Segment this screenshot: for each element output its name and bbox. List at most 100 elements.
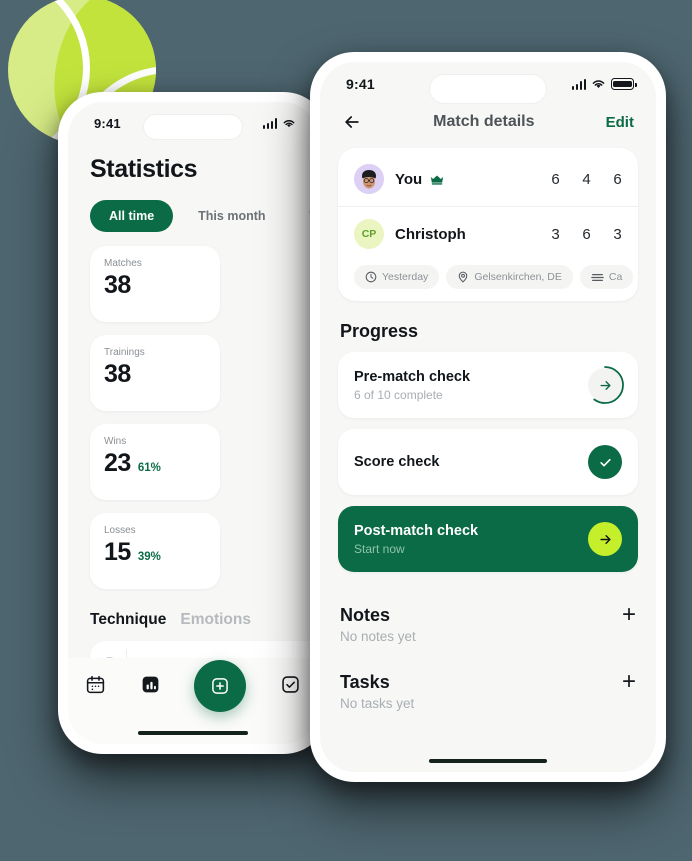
wifi-icon	[283, 120, 295, 128]
stat-card-losses[interactable]: Losses 15 39%	[90, 513, 220, 589]
signal-bars-icon	[571, 78, 586, 90]
avatar	[354, 164, 384, 194]
progress-item-score-check[interactable]: Score check	[338, 429, 638, 495]
progress-item-title: Post-match check	[354, 522, 479, 539]
stat-card-wins[interactable]: Wins 23 61%	[90, 424, 220, 500]
stat-value: 38	[104, 360, 131, 388]
stat-label: Trainings	[104, 347, 145, 358]
battery-icon	[611, 78, 637, 90]
location-pin-icon	[459, 271, 468, 283]
edit-button[interactable]: Edit	[606, 114, 634, 131]
check-icon	[599, 458, 611, 466]
chip-court[interactable]: Ca	[579, 265, 634, 289]
chip-date[interactable]: Yesterday	[354, 265, 440, 289]
progress-item-text: Score check	[354, 454, 439, 470]
tasks-empty-text: No tasks yet	[340, 696, 415, 711]
stat-label: Wins	[104, 436, 127, 447]
bar-chart-icon[interactable]	[140, 674, 161, 695]
tab-emotions[interactable]: Emotions	[180, 611, 251, 629]
phone-mockup-statistics: 9:41 Statistics All time This month This…	[58, 92, 328, 754]
score-set: 6	[582, 225, 591, 243]
progress-item-text: Post-match check Start now	[354, 523, 478, 556]
chip-label: Yesterday	[382, 271, 429, 283]
status-icons	[262, 118, 297, 129]
stat-percent: 39%	[137, 551, 161, 563]
score-set: 3	[551, 225, 560, 243]
match-meta-chips: Yesterday Gelsenkirchen, DE Ca	[338, 253, 638, 289]
status-bar-left: 9:41	[68, 102, 318, 140]
content-scroll: You 6 4 6 CP Christoph 3 6 3 Yesterday G…	[320, 142, 656, 717]
notes-empty-text: No notes yet	[340, 629, 416, 644]
screenshot-stage: 9:41 Statistics All time This month This…	[0, 0, 692, 861]
plus-icon	[212, 678, 229, 694]
chip-label: Gelsenkirchen, DE	[474, 271, 562, 283]
progress-ring-icon	[586, 366, 624, 404]
match-details-screen: 9:41 Match details Edit You 6 4 6 CP Chr…	[320, 62, 656, 772]
progress-item-pre-match[interactable]: Pre-match check 6 of 10 complete	[338, 352, 638, 418]
stat-label: Losses	[104, 525, 136, 536]
player-name: You	[395, 170, 423, 188]
score-set: 4	[582, 170, 591, 188]
court-lines-icon	[591, 273, 604, 281]
clock-icon	[365, 271, 377, 283]
stat-percent: 61%	[137, 462, 161, 474]
home-indicator	[138, 730, 248, 735]
stat-value: 38	[104, 271, 131, 299]
page-title: Match details	[433, 113, 535, 130]
player-row-you: You 6 4 6	[338, 160, 638, 198]
notes-heading: Notes	[340, 604, 391, 625]
add-note-button[interactable]: +	[622, 603, 636, 627]
tasks-heading-row: Tasks +	[338, 650, 638, 696]
score-set: 3	[613, 225, 622, 243]
progress-item-title: Score check	[354, 454, 440, 470]
start-button[interactable]	[588, 522, 622, 556]
score-set-list: 6 4 6	[551, 171, 622, 188]
chip-location[interactable]: Gelsenkirchen, DE	[446, 265, 573, 289]
progress-item-text: Pre-match check 6 of 10 complete	[354, 369, 470, 402]
status-bar-right: 9:41	[320, 62, 656, 104]
calendar-icon[interactable]	[85, 674, 106, 695]
player-name: Christoph	[395, 225, 466, 243]
progress-item-post-match[interactable]: Post-match check Start now	[338, 506, 638, 572]
bottom-navigation	[68, 658, 318, 744]
back-arrow-icon[interactable]	[342, 112, 362, 132]
statistics-screen: 9:41 Statistics All time This month This…	[68, 102, 318, 744]
avatar-memoji-icon	[354, 164, 384, 194]
match-summary-card: You 6 4 6 CP Christoph 3 6 3 Yesterday G…	[338, 148, 638, 301]
tasks-heading: Tasks	[340, 671, 390, 692]
stat-card-matches[interactable]: Matches 38	[90, 246, 220, 322]
status-icons	[571, 78, 637, 90]
completed-button[interactable]	[588, 445, 622, 479]
signal-bars-icon	[262, 118, 277, 129]
score-set: 6	[613, 170, 622, 188]
dynamic-island	[429, 74, 547, 104]
score-set: 6	[551, 170, 560, 188]
navigation-bar: Match details Edit	[320, 98, 656, 142]
stat-label: Matches	[104, 258, 142, 269]
stat-value: 15	[104, 538, 131, 566]
avatar-initials: CP	[361, 228, 377, 240]
dynamic-island	[143, 114, 243, 140]
time-range-segments: All time This month This y	[68, 200, 318, 232]
progress-item-subtitle: Start now	[354, 541, 405, 556]
chip-label: Ca	[608, 271, 623, 283]
stat-card-trainings[interactable]: Trainings 38	[90, 335, 220, 411]
notes-heading-row: Notes +	[338, 583, 638, 629]
player-row-opponent: CP Christoph 3 6 3	[338, 206, 638, 253]
stat-value: 23	[104, 449, 131, 477]
avatar: CP	[354, 219, 384, 249]
phone-mockup-match-details: 9:41 Match details Edit You 6 4 6 CP Chr…	[310, 52, 666, 782]
segment-this-month[interactable]: This month	[179, 200, 284, 232]
chart-tabs: Technique Emotions	[68, 589, 318, 629]
checkbox-icon[interactable]	[280, 674, 301, 695]
status-time: 9:41	[346, 76, 375, 92]
progress-ring-button[interactable]	[586, 366, 624, 404]
segment-all-time[interactable]: All time	[90, 200, 174, 232]
add-task-button[interactable]: +	[622, 670, 636, 694]
progress-item-subtitle: 6 of 10 complete	[354, 387, 443, 402]
tab-technique[interactable]: Technique	[90, 611, 166, 629]
page-title: Statistics	[90, 155, 198, 183]
add-button[interactable]	[194, 660, 247, 712]
status-time: 9:41	[94, 116, 121, 131]
stat-card-grid: Matches 38 Trainings 38 Wins 23 61% Loss…	[68, 232, 318, 589]
